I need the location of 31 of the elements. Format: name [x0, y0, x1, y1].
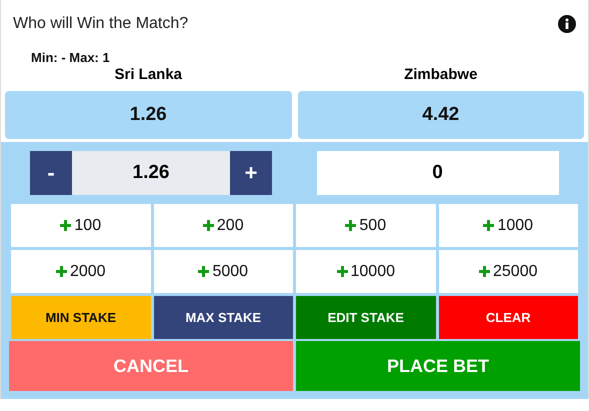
decrement-button[interactable]: -	[30, 151, 72, 195]
plus-icon	[56, 266, 67, 277]
stake-field[interactable]: 0	[316, 151, 558, 195]
plus-icon	[345, 220, 356, 231]
stake-limits: Min: - Max: 1	[30, 49, 111, 65]
quick-stake-button[interactable]: 25000	[438, 250, 578, 293]
plus-icon	[483, 220, 494, 231]
increment-button[interactable]: +	[230, 151, 272, 195]
plus-icon	[479, 266, 490, 277]
team-name: Sri Lanka	[113, 65, 184, 85]
quick-stake-button[interactable]: 10000	[296, 250, 436, 293]
team-name: Zimbabwe	[403, 65, 478, 85]
odds-button[interactable]: 1.26	[5, 91, 292, 139]
quick-stake-button[interactable]: 5000	[154, 250, 293, 293]
info-icon[interactable]	[558, 15, 576, 33]
quick-stake-button[interactable]: 500	[296, 204, 436, 247]
plus-icon	[60, 220, 72, 231]
plus-icon	[202, 220, 214, 231]
stake-action-button[interactable]: CLEAR	[438, 296, 578, 339]
odds-field[interactable]: 1.26	[72, 151, 230, 195]
odds-button[interactable]: 4.42	[298, 91, 584, 139]
quick-stake-button[interactable]: 100	[11, 204, 150, 247]
plus-icon	[198, 266, 210, 277]
stake-action-button[interactable]: EDIT STAKE	[296, 296, 436, 339]
quick-stake-button[interactable]: 200	[154, 204, 293, 247]
plus-icon	[336, 266, 348, 277]
question-title: Who will Win the Match?	[13, 15, 188, 33]
stake-action-button[interactable]: MIN STAKE	[11, 296, 150, 339]
quick-stake-button[interactable]: 2000	[11, 250, 150, 293]
quick-stake-button[interactable]: 1000	[438, 204, 578, 247]
stake-action-button[interactable]: MAX STAKE	[154, 296, 293, 339]
